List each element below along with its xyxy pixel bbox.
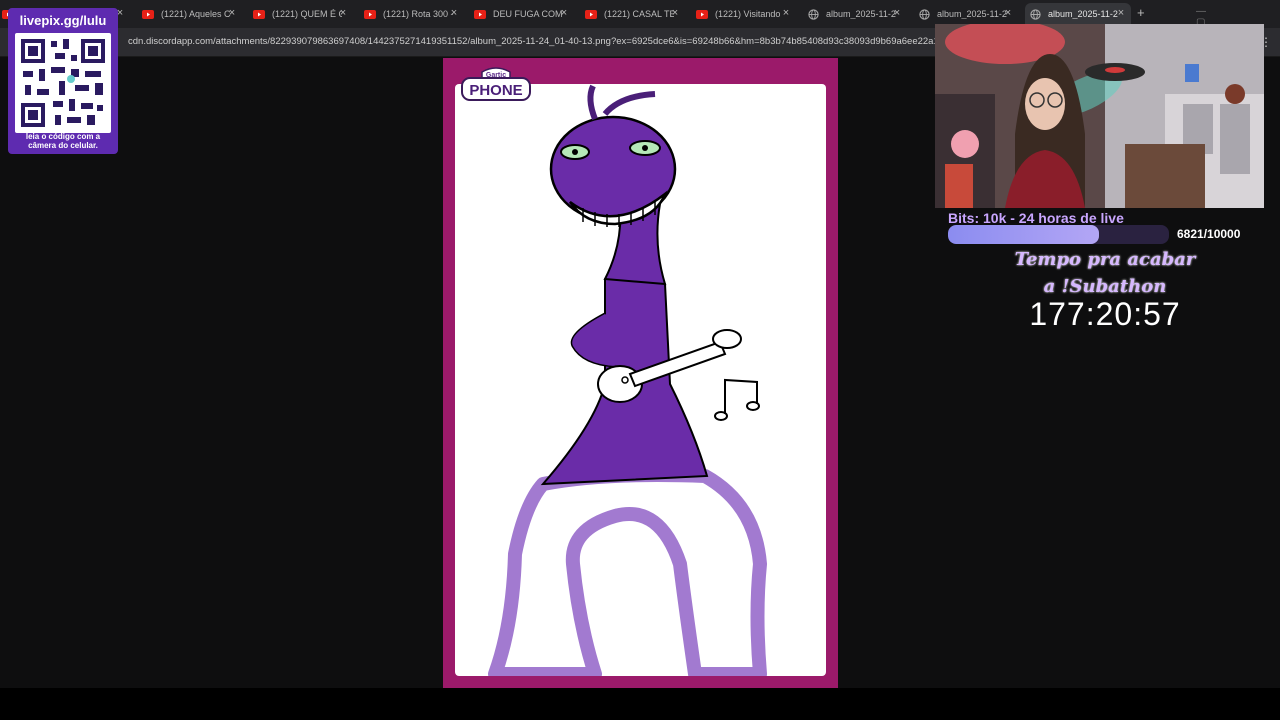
tab-10-active[interactable]: album_2025-11-2 ×: [1025, 3, 1131, 25]
globe-icon: [1029, 8, 1041, 20]
qr-caption-line-1: leia o código com a: [25, 132, 101, 141]
close-tab-icon[interactable]: ×: [891, 7, 903, 19]
tab-label: (1221) QUEM É Cl: [272, 9, 342, 19]
tab-label: (1221) Rota 300 -: [383, 9, 453, 19]
youtube-icon: [696, 9, 708, 19]
qr-title: livepix.gg/lulu: [19, 13, 107, 28]
webcam-image: [935, 24, 1264, 208]
qr-caption-line-2: câmera do celular.: [28, 141, 98, 150]
youtube-icon: [585, 9, 597, 19]
guitar-head: [712, 329, 742, 349]
tab-4[interactable]: (1221) Rota 300 - ×: [364, 3, 464, 25]
tab-6[interactable]: (1221) CASAL TE ×: [585, 3, 685, 25]
tab-label: (1221) Visitando: [715, 9, 781, 19]
close-tab-icon[interactable]: ×: [226, 7, 238, 19]
qr-center-logo: [67, 75, 75, 83]
tab-3[interactable]: (1221) QUEM É Cl ×: [253, 3, 353, 25]
tab-9[interactable]: album_2025-11-2 ×: [918, 3, 1018, 25]
close-tab-icon[interactable]: ×: [780, 7, 792, 19]
youtube-icon: [474, 9, 486, 19]
url-field[interactable]: cdn.discordapp.com/attachments/822939079…: [128, 36, 938, 47]
arm-fill: [572, 314, 620, 366]
subathon-label-line-1: Tempo pra acabar: [1014, 249, 1196, 270]
close-tab-icon[interactable]: ×: [1115, 7, 1127, 19]
note-head-2: [746, 401, 760, 411]
bits-progress-bar: [948, 225, 1169, 244]
bits-progress-fill: [948, 225, 1099, 244]
bottom-bar: [0, 688, 1280, 720]
youtube-icon: [142, 9, 154, 19]
webcam-feed: [935, 24, 1264, 208]
antenna-right: [602, 91, 656, 117]
tab-label: DEU FUGA COM A: [493, 9, 563, 19]
tab-label: album_2025-11-2: [937, 9, 1007, 19]
tab-2[interactable]: (1221) Aqueles Ca ×: [142, 3, 242, 25]
note-head-1: [714, 411, 728, 421]
close-tab-icon[interactable]: ×: [669, 7, 681, 19]
tab-label: album_2025-11-2: [826, 9, 896, 19]
drawing-illustration: [488, 84, 767, 676]
subathon-label-line-2: a !Subathon: [1043, 276, 1167, 297]
youtube-icon: [364, 9, 376, 19]
tab-label: (1221) CASAL TE: [604, 9, 674, 19]
tab-5[interactable]: DEU FUGA COM A ×: [474, 3, 574, 25]
pupil-right: [642, 145, 648, 151]
livepix-qr-panel: livepix.gg/lulu leia o código com a câme…: [8, 8, 118, 154]
lower-body: [488, 468, 767, 676]
close-tab-icon[interactable]: ×: [448, 7, 460, 19]
bits-count: 6821/10000: [1177, 227, 1241, 241]
bits-goal-text: Bits: 10k - 24 horas de live: [948, 210, 1124, 226]
tab-8[interactable]: album_2025-11-2 ×: [807, 3, 907, 25]
pupil-left: [572, 149, 578, 155]
globe-icon: [807, 8, 819, 20]
close-tab-icon[interactable]: ×: [1002, 7, 1014, 19]
tab-7[interactable]: (1221) Visitando ×: [696, 3, 796, 25]
qr-caption: leia o código com a câmera do celular.: [10, 132, 116, 150]
youtube-icon: [253, 9, 265, 19]
screen: × (1221) Aqueles Ca × (1221) QUEM É Cl ×…: [0, 0, 1280, 720]
qr-code: [15, 33, 111, 133]
close-tab-icon[interactable]: ×: [337, 7, 349, 19]
music-note: [724, 378, 758, 414]
tab-label: (1221) Aqueles Ca: [161, 9, 231, 19]
tab-label: album_2025-11-2: [1048, 9, 1118, 19]
subathon-timer: 177:20:57: [1029, 296, 1181, 332]
close-tab-icon[interactable]: ×: [558, 7, 570, 19]
qr-code-image: [21, 39, 105, 127]
antenna-left: [587, 84, 598, 121]
globe-icon: [918, 8, 930, 20]
new-tab-button[interactable]: +: [1137, 5, 1145, 20]
